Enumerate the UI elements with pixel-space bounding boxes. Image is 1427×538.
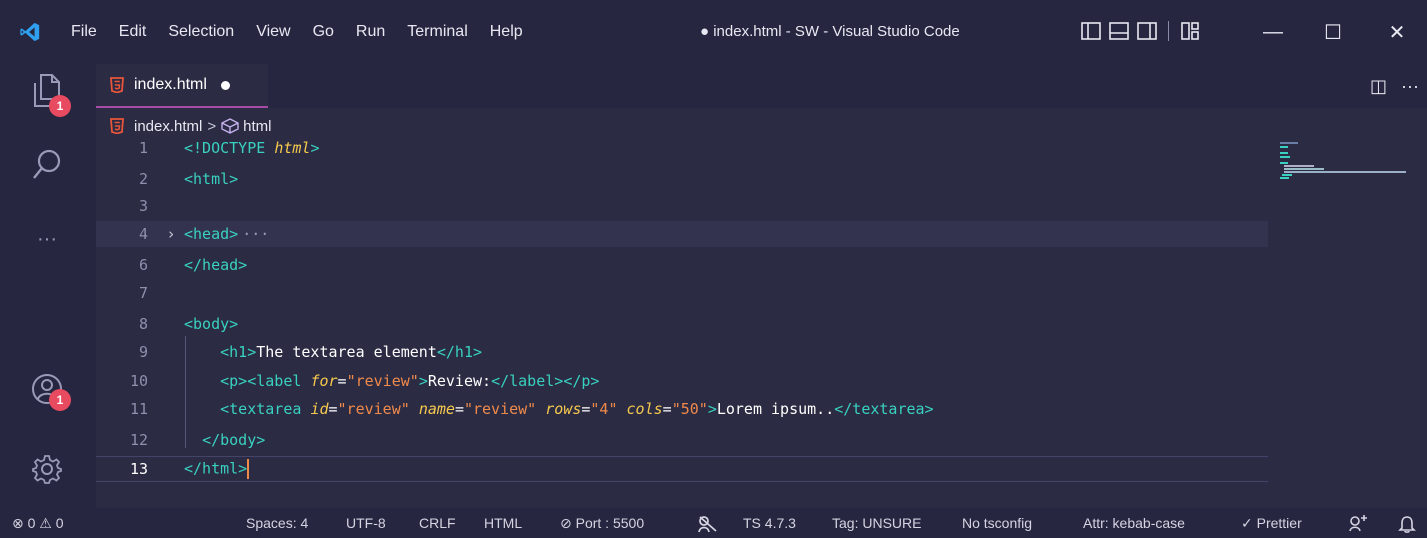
text-cursor [247,459,250,479]
toggle-primary-sidebar-icon[interactable] [1080,20,1102,42]
code-text: <h1>The textarea element</h1> [220,343,483,361]
tab-index-html[interactable]: index.html [96,64,268,108]
code-text: </head> [184,256,248,274]
line-number: 13 [129,460,148,478]
code-line: 3 [96,193,1268,219]
line-number: 10 [129,372,148,390]
line-number: 11 [129,400,148,418]
menu-selection[interactable]: Selection [157,17,245,47]
code-line: 8 <body> [96,311,1268,337]
line-number: 6 [138,256,148,274]
accounts-icon[interactable]: 1 [24,366,71,412]
live-share-icon[interactable] [698,508,718,538]
typescript-version[interactable]: TS 4.7.3 [743,508,796,538]
layout-divider [1168,21,1169,41]
title-bar: File Edit Selection View Go Run Terminal… [0,0,1427,64]
unsaved-dot-icon[interactable] [220,80,230,90]
menu-run[interactable]: Run [345,17,396,47]
close-button[interactable]: ✕ [1367,0,1427,64]
code-text: </body> [202,431,266,449]
code-line: 7 [96,280,1268,306]
more-views-icon[interactable]: ··· [24,216,70,262]
layout-controls [1080,20,1201,42]
more-actions-icon[interactable]: ··· [1401,76,1419,97]
split-editor-icon[interactable]: ◫ [1370,76,1387,97]
line-number: 3 [138,197,148,215]
settings-gear-icon[interactable] [24,446,70,492]
breadcrumb-file[interactable]: index.html [134,118,202,135]
menu-bar: File Edit Selection View Go Run Terminal… [60,17,534,47]
indentation-status[interactable]: Spaces: 4 [246,508,308,538]
explorer-badge: 1 [49,95,71,117]
menu-go[interactable]: Go [302,17,345,47]
menu-terminal[interactable]: Terminal [396,17,478,47]
menu-help[interactable]: Help [479,17,534,47]
search-icon[interactable] [24,142,70,188]
html5-file-icon [110,118,124,134]
breadcrumb-separator: > [207,117,217,135]
line-number: 8 [138,315,148,333]
symbol-element-icon [221,118,239,134]
code-text: <head> ··· [184,225,270,243]
feedback-icon[interactable] [1348,508,1368,538]
line-number: 9 [138,343,148,361]
tab-label: index.html [134,76,207,93]
code-line-current: 13 </html> [96,456,1268,482]
code-text: <p><label for="review">Review:</label></… [220,372,600,390]
minimap[interactable] [1278,140,1418,200]
encoding-status[interactable]: UTF-8 [346,508,386,538]
code-line: 1 <!DOCTYPE html> [96,138,1268,158]
maximize-button[interactable]: ☐ [1303,0,1363,64]
code-line: 2 <html> [96,166,1268,192]
window-title: ● index.html - SW - Visual Studio Code [700,23,960,40]
eol-status[interactable]: CRLF [419,508,456,538]
code-line: 11 <textarea id="review" name="review" r… [96,396,1268,422]
code-text: <textarea id="review" name="review" rows… [220,400,934,418]
live-server-port[interactable]: ⊘ Port : 5500 [560,508,644,538]
status-bar: ⊗ 0 ⚠ 0 Spaces: 4 UTF-8 CRLF HTML ⊘ Port… [0,508,1427,538]
line-number: 12 [129,431,148,449]
breadcrumb: index.html > html [110,112,271,140]
language-mode[interactable]: HTML [484,508,522,538]
prettier-status[interactable]: ✓ Prettier [1241,508,1302,538]
code-line: 10 <p><label for="review">Review:</label… [96,368,1268,394]
html5-file-icon [110,77,124,93]
menu-file[interactable]: File [60,17,108,47]
line-number: 2 [138,170,148,188]
line-number: 7 [138,284,148,302]
tsconfig-status[interactable]: No tsconfig [962,508,1032,538]
code-line-folded: 4 › <head> ··· [96,221,1268,247]
customize-layout-icon[interactable] [1179,20,1201,42]
attr-case-status[interactable]: Attr: kebab-case [1083,508,1185,538]
problems-indicator[interactable]: ⊗ 0 ⚠ 0 [12,508,64,538]
folded-ellipsis[interactable]: ··· [242,225,269,243]
code-text: <body> [184,315,239,333]
accounts-badge: 1 [49,389,71,411]
tag-status[interactable]: Tag: UNSURE [832,508,921,538]
code-text: <!DOCTYPE html> [184,139,320,157]
code-editor[interactable]: 1 <!DOCTYPE html> 2 <html> 3 4 › <head> ·… [96,138,1427,508]
fold-chevron-right-icon[interactable]: › [162,225,180,243]
code-line: 9 <h1>The textarea element</h1> [96,339,1268,365]
code-line: 12 </body> [96,427,1268,453]
toggle-panel-icon[interactable] [1108,20,1130,42]
editor-tabs: index.html ◫ ··· [96,64,1427,108]
minimize-button[interactable]: — [1243,0,1303,64]
code-text: <html> [184,170,239,188]
notifications-bell-icon[interactable] [1398,508,1416,538]
menu-edit[interactable]: Edit [108,17,158,47]
indent-guide [185,336,186,448]
code-text: </html> [184,459,250,479]
toggle-secondary-sidebar-icon[interactable] [1136,20,1158,42]
editor-actions: ◫ ··· [1370,64,1419,108]
code-line: 6 </head> [96,252,1268,278]
vscode-logo-icon [0,0,60,64]
breadcrumb-symbol[interactable]: html [243,118,271,135]
line-number: 4 [138,225,148,243]
activity-bar: 1 ··· 1 [0,64,96,508]
line-number: 1 [138,139,148,157]
menu-view[interactable]: View [245,17,301,47]
explorer-icon[interactable]: 1 [24,68,71,117]
